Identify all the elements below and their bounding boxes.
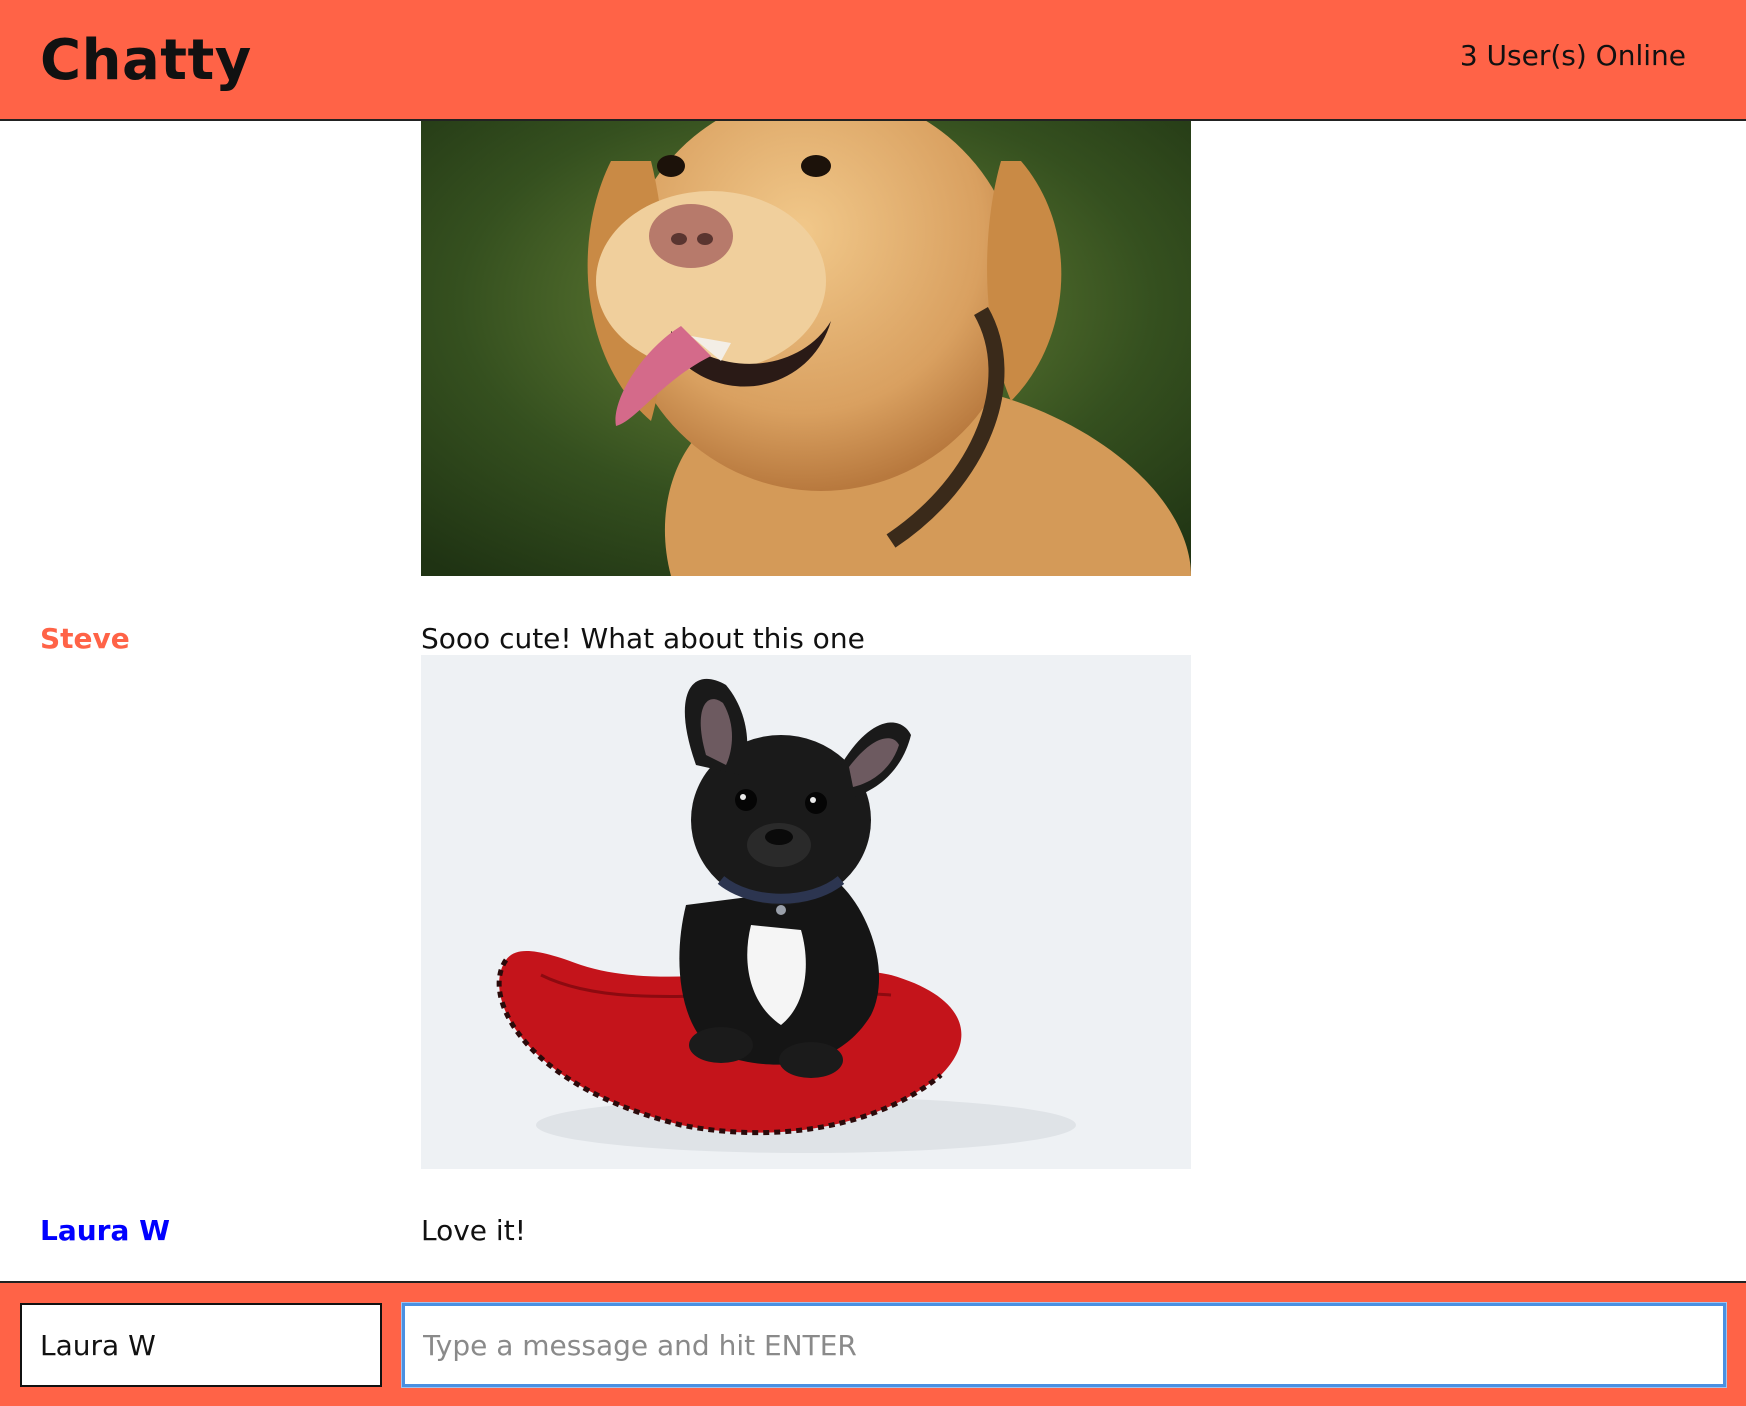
french-bulldog-image [421, 655, 1191, 1169]
message-content: Sooo cute! What about this one [421, 622, 865, 655]
brand-title: Chatty [40, 28, 252, 93]
chat-bar [0, 1281, 1746, 1406]
message-input[interactable] [402, 1303, 1726, 1387]
username-input[interactable] [20, 1303, 382, 1387]
message-content: Love it! [421, 1214, 526, 1247]
message-list: Steve Sooo cute! What about this one Lau… [0, 121, 1746, 1281]
golden-retriever-image [421, 121, 1191, 576]
users-online-count: 3 User(s) Online [1459, 39, 1686, 72]
message-username: Steve [40, 622, 130, 655]
message-username: Laura W [40, 1214, 171, 1247]
navbar: Chatty 3 User(s) Online [0, 0, 1746, 121]
